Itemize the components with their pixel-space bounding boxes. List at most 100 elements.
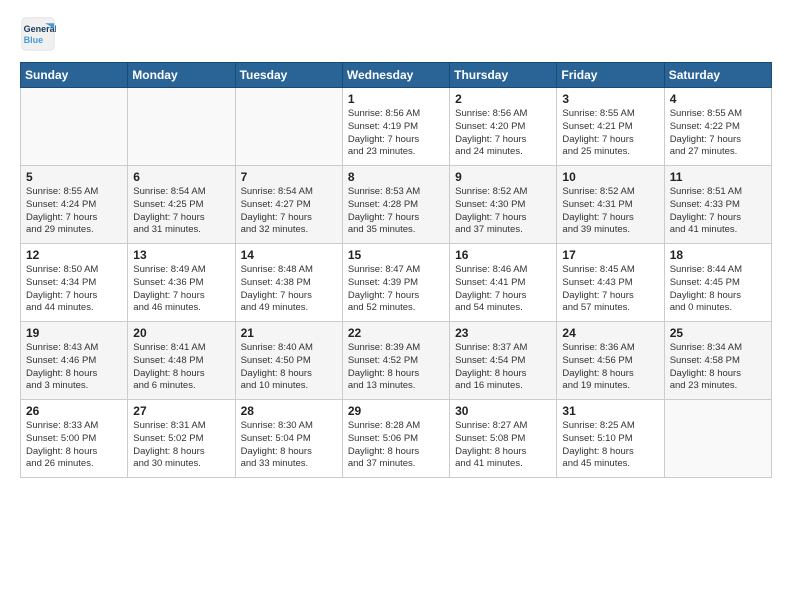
calendar-week-row: 19Sunrise: 8:43 AM Sunset: 4:46 PM Dayli… xyxy=(21,322,772,400)
day-info: Sunrise: 8:39 AM Sunset: 4:52 PM Dayligh… xyxy=(348,342,444,393)
day-number: 31 xyxy=(562,404,658,418)
day-number: 2 xyxy=(455,92,551,106)
day-info: Sunrise: 8:37 AM Sunset: 4:54 PM Dayligh… xyxy=(455,342,551,393)
calendar-cell: 13 Sunrise: 8:49 AM Sunset: 4:36 PM Dayli… xyxy=(128,244,235,322)
day-info: Sunrise: 8:34 AM Sunset: 4:58 PM Dayligh… xyxy=(670,342,766,393)
day-number: 27 xyxy=(133,404,229,418)
calendar-cell xyxy=(235,88,342,166)
calendar-cell: 19Sunrise: 8:43 AM Sunset: 4:46 PM Dayli… xyxy=(21,322,128,400)
calendar-cell: 7 Sunrise: 8:54 AM Sunset: 4:27 PM Daylig… xyxy=(235,166,342,244)
calendar-cell: 12 Sunrise: 8:50 AM Sunset: 4:34 PM Dayli… xyxy=(21,244,128,322)
day-info: Sunrise: 8:49 AM Sunset: 4:36 PM Dayligh… xyxy=(133,264,229,315)
day-info: Sunrise: 8:36 AM Sunset: 4:56 PM Dayligh… xyxy=(562,342,658,393)
calendar-cell: 31 Sunrise: 8:25 AM Sunset: 5:10 PM Dayli… xyxy=(557,400,664,478)
day-number: 5 xyxy=(26,170,122,184)
calendar-cell: 24 Sunrise: 8:36 AM Sunset: 4:56 PM Dayli… xyxy=(557,322,664,400)
logo: General Blue xyxy=(20,16,56,52)
calendar-cell: 18 Sunrise: 8:44 AM Sunset: 4:45 PM Dayli… xyxy=(664,244,771,322)
day-info: Sunrise: 8:55 AM Sunset: 4:24 PM Dayligh… xyxy=(26,186,122,237)
day-number: 19 xyxy=(26,326,122,340)
calendar-cell: 11Sunrise: 8:51 AM Sunset: 4:33 PM Dayli… xyxy=(664,166,771,244)
day-number: 24 xyxy=(562,326,658,340)
calendar-week-row: 1 Sunrise: 8:56 AM Sunset: 4:19 PM Daylig… xyxy=(21,88,772,166)
calendar-cell: 26 Sunrise: 8:33 AM Sunset: 5:00 PM Dayli… xyxy=(21,400,128,478)
day-info: Sunrise: 8:56 AM Sunset: 4:20 PM Dayligh… xyxy=(455,108,551,159)
weekday-header-saturday: Saturday xyxy=(664,63,771,88)
weekday-header-thursday: Thursday xyxy=(450,63,557,88)
day-info: Sunrise: 8:51 AM Sunset: 4:33 PM Dayligh… xyxy=(670,186,766,237)
day-number: 21 xyxy=(241,326,337,340)
day-info: Sunrise: 8:31 AM Sunset: 5:02 PM Dayligh… xyxy=(133,420,229,471)
calendar-cell: 23Sunrise: 8:37 AM Sunset: 4:54 PM Dayli… xyxy=(450,322,557,400)
day-info: Sunrise: 8:54 AM Sunset: 4:27 PM Dayligh… xyxy=(241,186,337,237)
day-info: Sunrise: 8:55 AM Sunset: 4:22 PM Dayligh… xyxy=(670,108,766,159)
day-number: 7 xyxy=(241,170,337,184)
header: General Blue xyxy=(20,16,772,52)
day-info: Sunrise: 8:30 AM Sunset: 5:04 PM Dayligh… xyxy=(241,420,337,471)
day-number: 10 xyxy=(562,170,658,184)
weekday-header-friday: Friday xyxy=(557,63,664,88)
calendar-cell: 16Sunrise: 8:46 AM Sunset: 4:41 PM Dayli… xyxy=(450,244,557,322)
calendar-week-row: 26 Sunrise: 8:33 AM Sunset: 5:00 PM Dayli… xyxy=(21,400,772,478)
calendar-table: SundayMondayTuesdayWednesdayThursdayFrid… xyxy=(20,62,772,478)
weekday-header-wednesday: Wednesday xyxy=(342,63,449,88)
page: General Blue SundayMondayTuesdayWednesda… xyxy=(0,0,792,488)
day-number: 22 xyxy=(348,326,444,340)
calendar-cell: 28 Sunrise: 8:30 AM Sunset: 5:04 PM Dayli… xyxy=(235,400,342,478)
day-info: Sunrise: 8:47 AM Sunset: 4:39 PM Dayligh… xyxy=(348,264,444,315)
calendar-cell xyxy=(664,400,771,478)
day-info: Sunrise: 8:50 AM Sunset: 4:34 PM Dayligh… xyxy=(26,264,122,315)
day-info: Sunrise: 8:52 AM Sunset: 4:31 PM Dayligh… xyxy=(562,186,658,237)
calendar-cell: 27 Sunrise: 8:31 AM Sunset: 5:02 PM Dayli… xyxy=(128,400,235,478)
day-number: 25 xyxy=(670,326,766,340)
calendar-cell: 17 Sunrise: 8:45 AM Sunset: 4:43 PM Dayli… xyxy=(557,244,664,322)
day-info: Sunrise: 8:33 AM Sunset: 5:00 PM Dayligh… xyxy=(26,420,122,471)
day-number: 12 xyxy=(26,248,122,262)
weekday-header-tuesday: Tuesday xyxy=(235,63,342,88)
calendar-cell: 9 Sunrise: 8:52 AM Sunset: 4:30 PM Daylig… xyxy=(450,166,557,244)
day-number: 26 xyxy=(26,404,122,418)
day-info: Sunrise: 8:55 AM Sunset: 4:21 PM Dayligh… xyxy=(562,108,658,159)
day-info: Sunrise: 8:40 AM Sunset: 4:50 PM Dayligh… xyxy=(241,342,337,393)
calendar-cell: 5 Sunrise: 8:55 AM Sunset: 4:24 PM Daylig… xyxy=(21,166,128,244)
calendar-cell: 10 Sunrise: 8:52 AM Sunset: 4:31 PM Dayli… xyxy=(557,166,664,244)
day-number: 3 xyxy=(562,92,658,106)
day-info: Sunrise: 8:53 AM Sunset: 4:28 PM Dayligh… xyxy=(348,186,444,237)
day-number: 13 xyxy=(133,248,229,262)
day-number: 1 xyxy=(348,92,444,106)
day-number: 8 xyxy=(348,170,444,184)
day-info: Sunrise: 8:25 AM Sunset: 5:10 PM Dayligh… xyxy=(562,420,658,471)
day-number: 16 xyxy=(455,248,551,262)
day-number: 29 xyxy=(348,404,444,418)
weekday-header-sunday: Sunday xyxy=(21,63,128,88)
calendar-cell xyxy=(128,88,235,166)
calendar-cell: 14Sunrise: 8:48 AM Sunset: 4:38 PM Dayli… xyxy=(235,244,342,322)
day-info: Sunrise: 8:27 AM Sunset: 5:08 PM Dayligh… xyxy=(455,420,551,471)
day-info: Sunrise: 8:54 AM Sunset: 4:25 PM Dayligh… xyxy=(133,186,229,237)
calendar-cell: 20 Sunrise: 8:41 AM Sunset: 4:48 PM Dayli… xyxy=(128,322,235,400)
calendar-cell: 4Sunrise: 8:55 AM Sunset: 4:22 PM Daylig… xyxy=(664,88,771,166)
calendar-cell: 8 Sunrise: 8:53 AM Sunset: 4:28 PM Daylig… xyxy=(342,166,449,244)
weekday-header-row: SundayMondayTuesdayWednesdayThursdayFrid… xyxy=(21,63,772,88)
calendar-cell xyxy=(21,88,128,166)
svg-text:Blue: Blue xyxy=(24,35,44,45)
weekday-header-monday: Monday xyxy=(128,63,235,88)
day-info: Sunrise: 8:44 AM Sunset: 4:45 PM Dayligh… xyxy=(670,264,766,315)
day-number: 15 xyxy=(348,248,444,262)
day-number: 28 xyxy=(241,404,337,418)
day-number: 9 xyxy=(455,170,551,184)
day-info: Sunrise: 8:41 AM Sunset: 4:48 PM Dayligh… xyxy=(133,342,229,393)
day-info: Sunrise: 8:28 AM Sunset: 5:06 PM Dayligh… xyxy=(348,420,444,471)
day-number: 20 xyxy=(133,326,229,340)
day-number: 30 xyxy=(455,404,551,418)
day-number: 14 xyxy=(241,248,337,262)
calendar-week-row: 12 Sunrise: 8:50 AM Sunset: 4:34 PM Dayli… xyxy=(21,244,772,322)
calendar-cell: 29 Sunrise: 8:28 AM Sunset: 5:06 PM Dayli… xyxy=(342,400,449,478)
day-number: 18 xyxy=(670,248,766,262)
logo-icon: General Blue xyxy=(20,16,56,52)
day-info: Sunrise: 8:52 AM Sunset: 4:30 PM Dayligh… xyxy=(455,186,551,237)
day-number: 17 xyxy=(562,248,658,262)
day-info: Sunrise: 8:45 AM Sunset: 4:43 PM Dayligh… xyxy=(562,264,658,315)
day-info: Sunrise: 8:56 AM Sunset: 4:19 PM Dayligh… xyxy=(348,108,444,159)
calendar-cell: 6Sunrise: 8:54 AM Sunset: 4:25 PM Daylig… xyxy=(128,166,235,244)
